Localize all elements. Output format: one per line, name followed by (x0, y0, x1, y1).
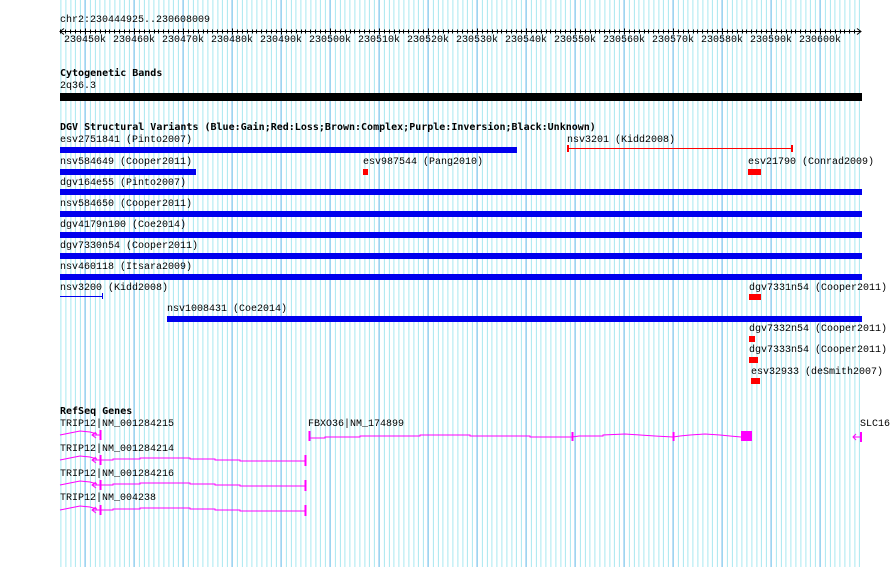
gene-model-trip12-nm001284214 (59, 455, 307, 466)
gene-model-fbxo36 (308, 431, 752, 441)
gene-model-trip12-nm001284216 (59, 480, 307, 491)
gene-models[interactable] (0, 0, 890, 567)
gene-model-slc16 (852, 432, 862, 442)
gene-model-trip12-nm001284215 (59, 430, 102, 440)
genome-browser-panel: chr2:230444925..230608009 230450k 230460k… (0, 0, 890, 567)
gene-model-trip12-nm004238 (59, 505, 307, 516)
